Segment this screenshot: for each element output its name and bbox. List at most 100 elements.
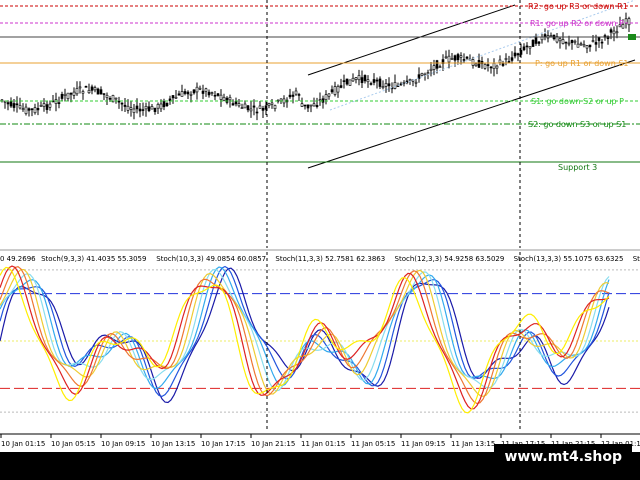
chart-canvas[interactable]: R2: go up R3 or down R1 R1: go up R2 or d… xyxy=(0,0,640,480)
candle-body xyxy=(192,89,196,94)
candle-body xyxy=(522,46,526,51)
candle-body xyxy=(57,102,61,104)
candle-body xyxy=(240,107,244,109)
candle-body xyxy=(39,105,43,107)
candle-body xyxy=(372,79,376,83)
candle-body xyxy=(93,87,97,91)
candle-body xyxy=(573,40,577,43)
candle-body xyxy=(486,64,490,66)
indicator-header-item: Stoch(10,3,3) 49.0854 60.0857 xyxy=(156,255,266,263)
candle-body xyxy=(357,75,361,81)
candle-body xyxy=(186,91,190,95)
candle-body xyxy=(366,79,370,83)
indicator-header: 0 49.2696 Stoch(9,3,3) 41.4035 55.3059 Sto… xyxy=(0,255,640,263)
candle-body xyxy=(408,79,412,81)
candle-body xyxy=(36,108,40,111)
candle-body xyxy=(531,39,535,47)
candle-body xyxy=(444,56,448,59)
time-label: 11 Jan 01:15 xyxy=(301,440,345,448)
candle-body xyxy=(24,106,28,114)
candle-body xyxy=(180,91,184,97)
candle-body xyxy=(348,79,352,86)
candle-body xyxy=(435,60,439,69)
indicator-header-item: Stoch(13,3,3) 55.1075 63.6325 xyxy=(514,255,624,263)
candle-body xyxy=(138,108,142,112)
candle-body xyxy=(591,40,595,42)
candle-body xyxy=(18,105,22,109)
time-label: 10 Jan 01:15 xyxy=(1,440,45,448)
candle-body xyxy=(465,56,469,59)
candle-body xyxy=(462,59,466,61)
candle-body xyxy=(342,80,346,82)
time-label: 10 Jan 17:15 xyxy=(201,440,245,448)
watermark-logo: www.mt4.shop xyxy=(494,444,632,470)
candle-body xyxy=(78,86,82,89)
candle-body xyxy=(63,93,67,96)
candle-body xyxy=(132,108,136,113)
candle-body xyxy=(114,97,118,100)
candle-body xyxy=(315,105,319,107)
candle-body xyxy=(54,99,58,104)
candle-body xyxy=(153,107,157,112)
candle-body xyxy=(354,77,358,80)
candle-body xyxy=(330,89,334,93)
candle-body xyxy=(207,91,211,96)
candle-body xyxy=(363,75,367,82)
candle-body xyxy=(12,103,16,108)
candle-body xyxy=(279,98,283,101)
candle-body xyxy=(291,94,295,97)
candle-body xyxy=(450,58,454,60)
candle-body xyxy=(360,77,364,84)
candle-body xyxy=(42,103,46,107)
candle-body xyxy=(210,92,214,94)
candle-body xyxy=(516,53,520,56)
candle-body xyxy=(150,106,154,110)
candle-body xyxy=(510,57,514,61)
candle-body xyxy=(99,89,103,95)
candle-body xyxy=(594,42,598,45)
level-label-r1: R1: go up R2 or down P xyxy=(530,19,624,28)
candle-body xyxy=(600,41,604,44)
candle-body xyxy=(549,35,553,37)
candle-body xyxy=(156,104,160,109)
candle-body xyxy=(195,86,199,93)
candle-body xyxy=(159,103,163,110)
indicator-header-item: 0 49.2696 xyxy=(0,255,36,263)
candle-body xyxy=(60,93,64,99)
level-label-s1: S1: go down S2 or up P xyxy=(531,97,624,106)
candle-body xyxy=(447,55,451,63)
candle-body xyxy=(234,101,238,105)
candle-body xyxy=(171,95,175,99)
candle-body xyxy=(129,107,133,110)
candle-body xyxy=(489,66,493,69)
candle-body xyxy=(558,38,562,42)
candle-body xyxy=(420,73,424,76)
candle-body xyxy=(48,103,52,108)
candle-body xyxy=(525,45,529,48)
candle-body xyxy=(609,29,613,33)
candle-body xyxy=(144,106,148,110)
candle-body xyxy=(507,61,511,63)
candle-body xyxy=(219,94,223,100)
candle-body xyxy=(309,104,313,107)
candle-body xyxy=(9,101,13,107)
candle-body xyxy=(333,86,337,95)
candle-body xyxy=(123,104,127,107)
time-label: 11 Jan 05:15 xyxy=(351,440,395,448)
candle-body xyxy=(438,66,442,68)
candle-body xyxy=(474,63,478,67)
candle-body xyxy=(288,94,292,98)
candle-body xyxy=(222,96,226,101)
candle-body xyxy=(120,102,124,105)
indicator-header-item: Stoch(11,3,3) 52.7581 62.3863 xyxy=(275,255,385,263)
candle-body xyxy=(6,102,10,105)
candle-body xyxy=(252,105,256,108)
candle-body xyxy=(96,88,100,95)
candle-body xyxy=(297,94,301,96)
candle-body xyxy=(141,109,145,111)
candle-body xyxy=(585,45,589,49)
candle-body xyxy=(213,94,217,97)
candle-body xyxy=(117,100,121,103)
candle-body xyxy=(270,102,274,105)
time-label: 11 Jan 13:15 xyxy=(451,440,495,448)
